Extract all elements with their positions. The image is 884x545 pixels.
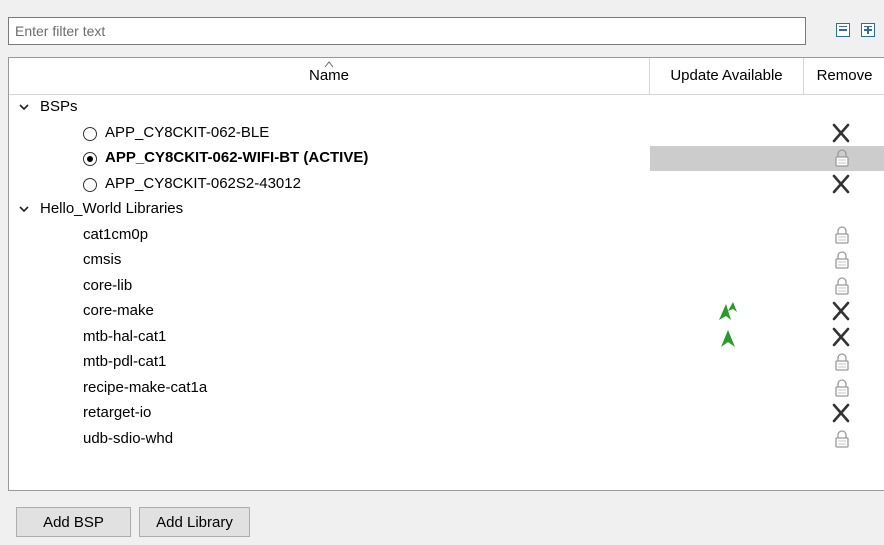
remove-x-icon[interactable] <box>830 300 852 322</box>
lock-icon <box>834 378 850 398</box>
remove-x-icon[interactable] <box>830 402 852 424</box>
table-row[interactable]: udb-sdio-whd <box>9 427 884 452</box>
filter-input[interactable] <box>8 17 806 45</box>
row-name: mtb-pdl-cat1 <box>83 353 167 370</box>
table-row[interactable]: cmsis <box>9 248 884 273</box>
column-header-name[interactable]: Name <box>9 58 650 94</box>
row-name: recipe-make-cat1a <box>83 378 208 396</box>
lock-icon <box>834 148 850 168</box>
lock-icon <box>834 352 850 372</box>
tree-group-label: Hello_World Libraries <box>40 200 184 217</box>
tree-group-label: BSPs <box>40 98 78 115</box>
row-name: APP_CY8CKIT-062S2-43012 <box>105 174 301 192</box>
row-name: APP_CY8CKIT-062-BLE <box>105 123 270 141</box>
library-tree: Name Update Available Remove BSPs APP_CY8… <box>8 57 884 491</box>
row-name: retarget-io <box>83 404 152 421</box>
update-available-icon[interactable] <box>716 325 740 349</box>
bsp-radio[interactable] <box>83 177 97 192</box>
tree-group-row[interactable]: BSPs <box>9 95 884 120</box>
table-row[interactable]: core-lib <box>9 274 884 299</box>
column-header-remove[interactable]: Remove <box>804 58 884 94</box>
lock-icon <box>834 276 850 296</box>
row-name: core-make <box>83 302 154 319</box>
tree-group-row[interactable]: Hello_World Libraries <box>9 197 884 222</box>
collapse-all-icon[interactable] <box>836 23 850 37</box>
row-name: core-lib <box>83 276 133 294</box>
tree-header: Name Update Available Remove <box>9 58 884 95</box>
bsp-radio[interactable] <box>83 126 97 141</box>
chevron-down-icon[interactable] <box>18 202 30 214</box>
table-row[interactable]: core-make <box>9 299 884 324</box>
lock-icon <box>834 250 850 270</box>
table-row[interactable]: APP_CY8CKIT-062-BLE <box>9 121 884 146</box>
remove-x-icon[interactable] <box>830 173 852 195</box>
table-row[interactable]: mtb-pdl-cat1 <box>9 350 884 375</box>
update-available-major-icon[interactable] <box>716 299 740 323</box>
lock-icon <box>834 225 850 245</box>
row-name: cat1cm0p <box>83 225 149 243</box>
table-row[interactable]: recipe-make-cat1a <box>9 376 884 401</box>
remove-x-icon[interactable] <box>830 122 852 144</box>
chevron-down-icon[interactable] <box>18 100 30 112</box>
radio-selected-dot <box>87 156 93 162</box>
add-library-button[interactable]: Add Library <box>139 507 250 537</box>
table-row[interactable]: mtb-hal-cat1 <box>9 325 884 350</box>
table-row[interactable]: APP_CY8CKIT-062-WIFI-BT (ACTIVE) <box>9 146 884 171</box>
column-header-update-available[interactable]: Update Available <box>650 58 804 94</box>
row-name: udb-sdio-whd <box>83 429 174 447</box>
row-name: mtb-hal-cat1 <box>83 327 167 345</box>
expand-all-icon[interactable] <box>861 23 875 37</box>
lock-icon <box>834 429 850 449</box>
table-row[interactable]: cat1cm0p <box>9 223 884 248</box>
add-bsp-button[interactable]: Add BSP <box>16 507 131 537</box>
bsp-radio[interactable] <box>83 152 97 166</box>
remove-x-icon[interactable] <box>830 326 852 348</box>
row-name: APP_CY8CKIT-062-WIFI-BT (ACTIVE) <box>105 149 369 166</box>
table-row[interactable]: APP_CY8CKIT-062S2-43012 <box>9 172 884 197</box>
row-name: cmsis <box>83 251 122 268</box>
table-row[interactable]: retarget-io <box>9 401 884 426</box>
